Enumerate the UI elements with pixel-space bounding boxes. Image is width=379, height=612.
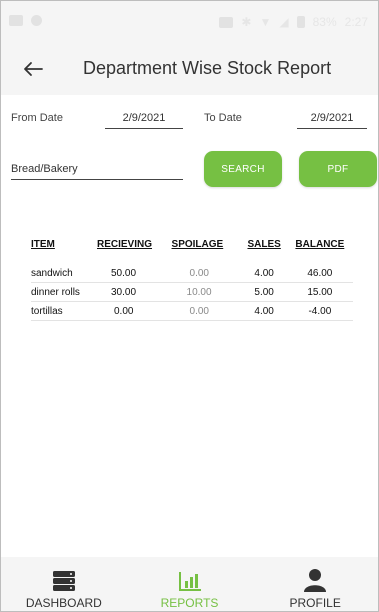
item-cell: dinner rolls	[31, 287, 80, 298]
spoilage-cell: 0.00	[189, 268, 209, 279]
receiving-cell: 50.00	[111, 268, 137, 279]
profile-icon	[304, 569, 327, 592]
battery-percent: 83%	[312, 15, 337, 29]
sales-cell: 5.00	[254, 287, 274, 298]
pdf-button[interactable]: PDF	[299, 151, 377, 187]
stock-report-table: ITEM RECIEVING SPOILAGE SALES BALANCE sa…	[31, 239, 353, 321]
page-title: Department Wise Stock Report	[83, 58, 332, 78]
table-row: tortillas 0.00 0.00 4.00 -4.00	[31, 302, 353, 321]
balance-cell: 46.00	[307, 268, 333, 279]
column-header: ITEM	[31, 239, 55, 250]
table-row: dinner rolls 30.00 10.00 5.00 15.00	[31, 283, 353, 302]
receiving-cell: 0.00	[114, 306, 134, 317]
nav-item-profile[interactable]: PROFILE	[252, 557, 378, 611]
nav-label: PROFILE	[289, 596, 341, 610]
balance-cell: -4.00	[308, 306, 332, 317]
column-header: SPOILAGE	[171, 239, 224, 250]
signal-icon: ◢	[279, 15, 289, 29]
cast-icon	[219, 16, 234, 28]
bluetooth-icon: ✱	[241, 15, 252, 29]
department-field[interactable]: Bread/Bakery	[11, 163, 183, 180]
to-date-label: To Date	[204, 112, 242, 124]
spoilage-cell: 10.00	[186, 287, 212, 298]
item-cell: tortillas	[31, 306, 63, 317]
to-date-field[interactable]: 2/9/2021	[297, 112, 367, 129]
bottom-nav: DASHBOARD REPORTS PROFILE	[1, 557, 378, 611]
table-row: sandwich 50.00 0.00 4.00 46.00	[31, 264, 353, 283]
message-icon	[9, 15, 23, 26]
status-bar: ✱ ▼ ◢ 83% 2:27	[1, 1, 378, 45]
column-header: RECIEVING	[97, 239, 153, 250]
balance-cell: 15.00	[307, 287, 333, 298]
column-header: SALES	[247, 239, 281, 250]
reports-icon	[178, 572, 201, 591]
receiving-cell: 30.00	[111, 287, 137, 298]
nav-item-reports[interactable]: REPORTS	[127, 557, 253, 611]
wifi-icon: ▼	[259, 15, 272, 29]
app-notification-icon	[31, 15, 42, 26]
column-header: BALANCE	[295, 239, 345, 250]
nav-label: DASHBOARD	[25, 596, 102, 610]
sales-cell: 4.00	[254, 306, 274, 317]
nav-item-dashboard[interactable]: DASHBOARD	[1, 557, 127, 611]
spoilage-cell: 0.00	[189, 306, 209, 317]
nav-label: REPORTS	[160, 596, 219, 610]
dashboard-icon	[52, 571, 75, 591]
sales-cell: 4.00	[254, 268, 274, 279]
search-button[interactable]: SEARCH	[204, 151, 282, 187]
app-bar: Department Wise Stock Report	[1, 45, 378, 95]
status-time: 2:27	[344, 15, 368, 29]
app-screen: ✱ ▼ ◢ 83% 2:27 Department Wise Stock Rep…	[0, 0, 379, 612]
item-cell: sandwich	[31, 268, 73, 279]
back-arrow-icon[interactable]	[19, 55, 47, 83]
table-header-row: ITEM RECIEVING SPOILAGE SALES BALANCE	[31, 239, 353, 264]
from-date-label: From Date	[11, 112, 63, 124]
from-date-field[interactable]: 2/9/2021	[105, 112, 183, 129]
battery-icon	[296, 16, 305, 28]
